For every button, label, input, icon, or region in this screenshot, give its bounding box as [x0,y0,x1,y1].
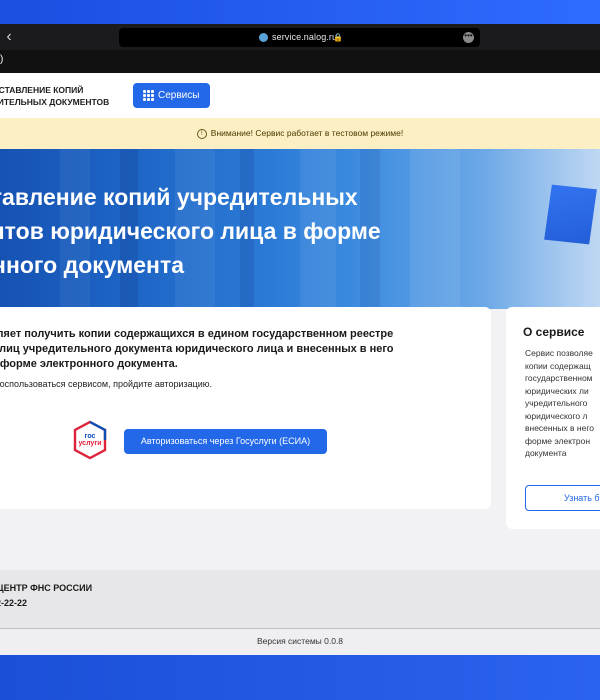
service-description: оляет получить копии содержащихся в един… [0,327,430,372]
page-title-line2: ентов юридического лица в форме [0,218,381,244]
warning-text: Внимание! Сервис работает в тестовом реж… [210,128,404,138]
warning-icon: ! [196,128,207,139]
logo-text-uslugi: услуги [78,440,102,447]
test-mode-banner: ! Внимание! Сервис работает в тестовом ре… [0,118,600,149]
page-title: ставление копий учредительных ентов юрид… [0,180,458,282]
web-page: ДОСТАВЛЕНИЕ КОПИЙ ЕДИТЕЛЬНЫХ ДОКУМЕНТОВ … [0,73,600,655]
tab-strip: ) [0,50,600,73]
lock-icon: 🔒 [333,33,343,42]
address-bar[interactable]: service.nalog.ru 🔒 ••• [119,28,480,47]
footer-org: -ЦЕНТР ФНС РОССИИ [0,583,93,593]
esia-login-button[interactable]: Авторизоваться через Госуслуги (ЕСИА) [124,429,327,454]
system-version: Версия системы 0.0.8 [0,629,600,655]
footer-phone[interactable]: 2-22-22 [0,598,27,608]
page-title-line3: онного документа [0,252,185,278]
desktop-backdrop-bottom [0,655,600,700]
tab-fragment: ) [0,54,4,65]
about-text: Сервис позволяе копии содержащ государст… [525,347,600,460]
page-title-line1: ставление копий учредительных [0,184,358,210]
site-title[interactable]: ДОСТАВЛЕНИЕ КОПИЙ ЕДИТЕЛЬНЫХ ДОКУМЕНТОВ [0,84,109,108]
hero-banner: ставление копий учредительных ентов юрид… [0,149,600,309]
site-title-line2: ЕДИТЕЛЬНЫХ ДОКУМЕНТОВ [0,97,110,107]
about-line: Сервис позволяе [525,348,593,358]
about-line: юридических ли [525,385,589,396]
about-line: учредительного [525,398,588,408]
gosuslugi-logo: гос услуги [72,420,108,460]
description-line3: в форме электронного документа. [0,358,178,370]
about-line: форме электрон [525,435,591,446]
about-title: О сервисе [523,325,585,339]
description-line2: х лиц учредительного документа юридическ… [0,343,394,355]
more-icon[interactable]: ••• [463,32,474,43]
about-line: документа [525,448,567,458]
auth-hint: воспользоваться сервисом, пройдите автор… [0,379,213,389]
site-icon [259,33,268,42]
url-text: service.nalog.ru [272,32,338,42]
back-icon[interactable]: ‹ [2,28,16,46]
site-header: ДОСТАВЛЕНИЕ КОПИЙ ЕДИТЕЛЬНЫХ ДОКУМЕНТОВ … [0,73,600,118]
description-line1: оляет получить копии содержащихся в един… [0,328,394,340]
about-line: внесенных в него [525,423,594,433]
browser-toolbar: ‹ service.nalog.ru 🔒 ••• [0,24,600,50]
decorative-shape [544,184,597,245]
logo-text-gos: гос [84,433,96,440]
services-button[interactable]: Сервисы [133,83,210,108]
about-line: юридического л [525,410,588,421]
service-card: оляет получить копии содержащихся в един… [0,307,491,509]
site-footer: -ЦЕНТР ФНС РОССИИ 2-22-22 [0,570,600,628]
grid-icon [143,90,154,101]
about-card: О сервисе Сервис позволяе копии содержащ… [506,307,600,529]
about-line: государственном [525,373,593,383]
services-button-label: Сервисы [158,90,200,101]
about-line: копии содержащ [525,360,591,371]
desktop-backdrop-top [0,0,600,24]
site-title-line1: ДОСТАВЛЕНИЕ КОПИЙ [0,85,84,95]
learn-more-button[interactable]: Узнать б [525,485,600,511]
